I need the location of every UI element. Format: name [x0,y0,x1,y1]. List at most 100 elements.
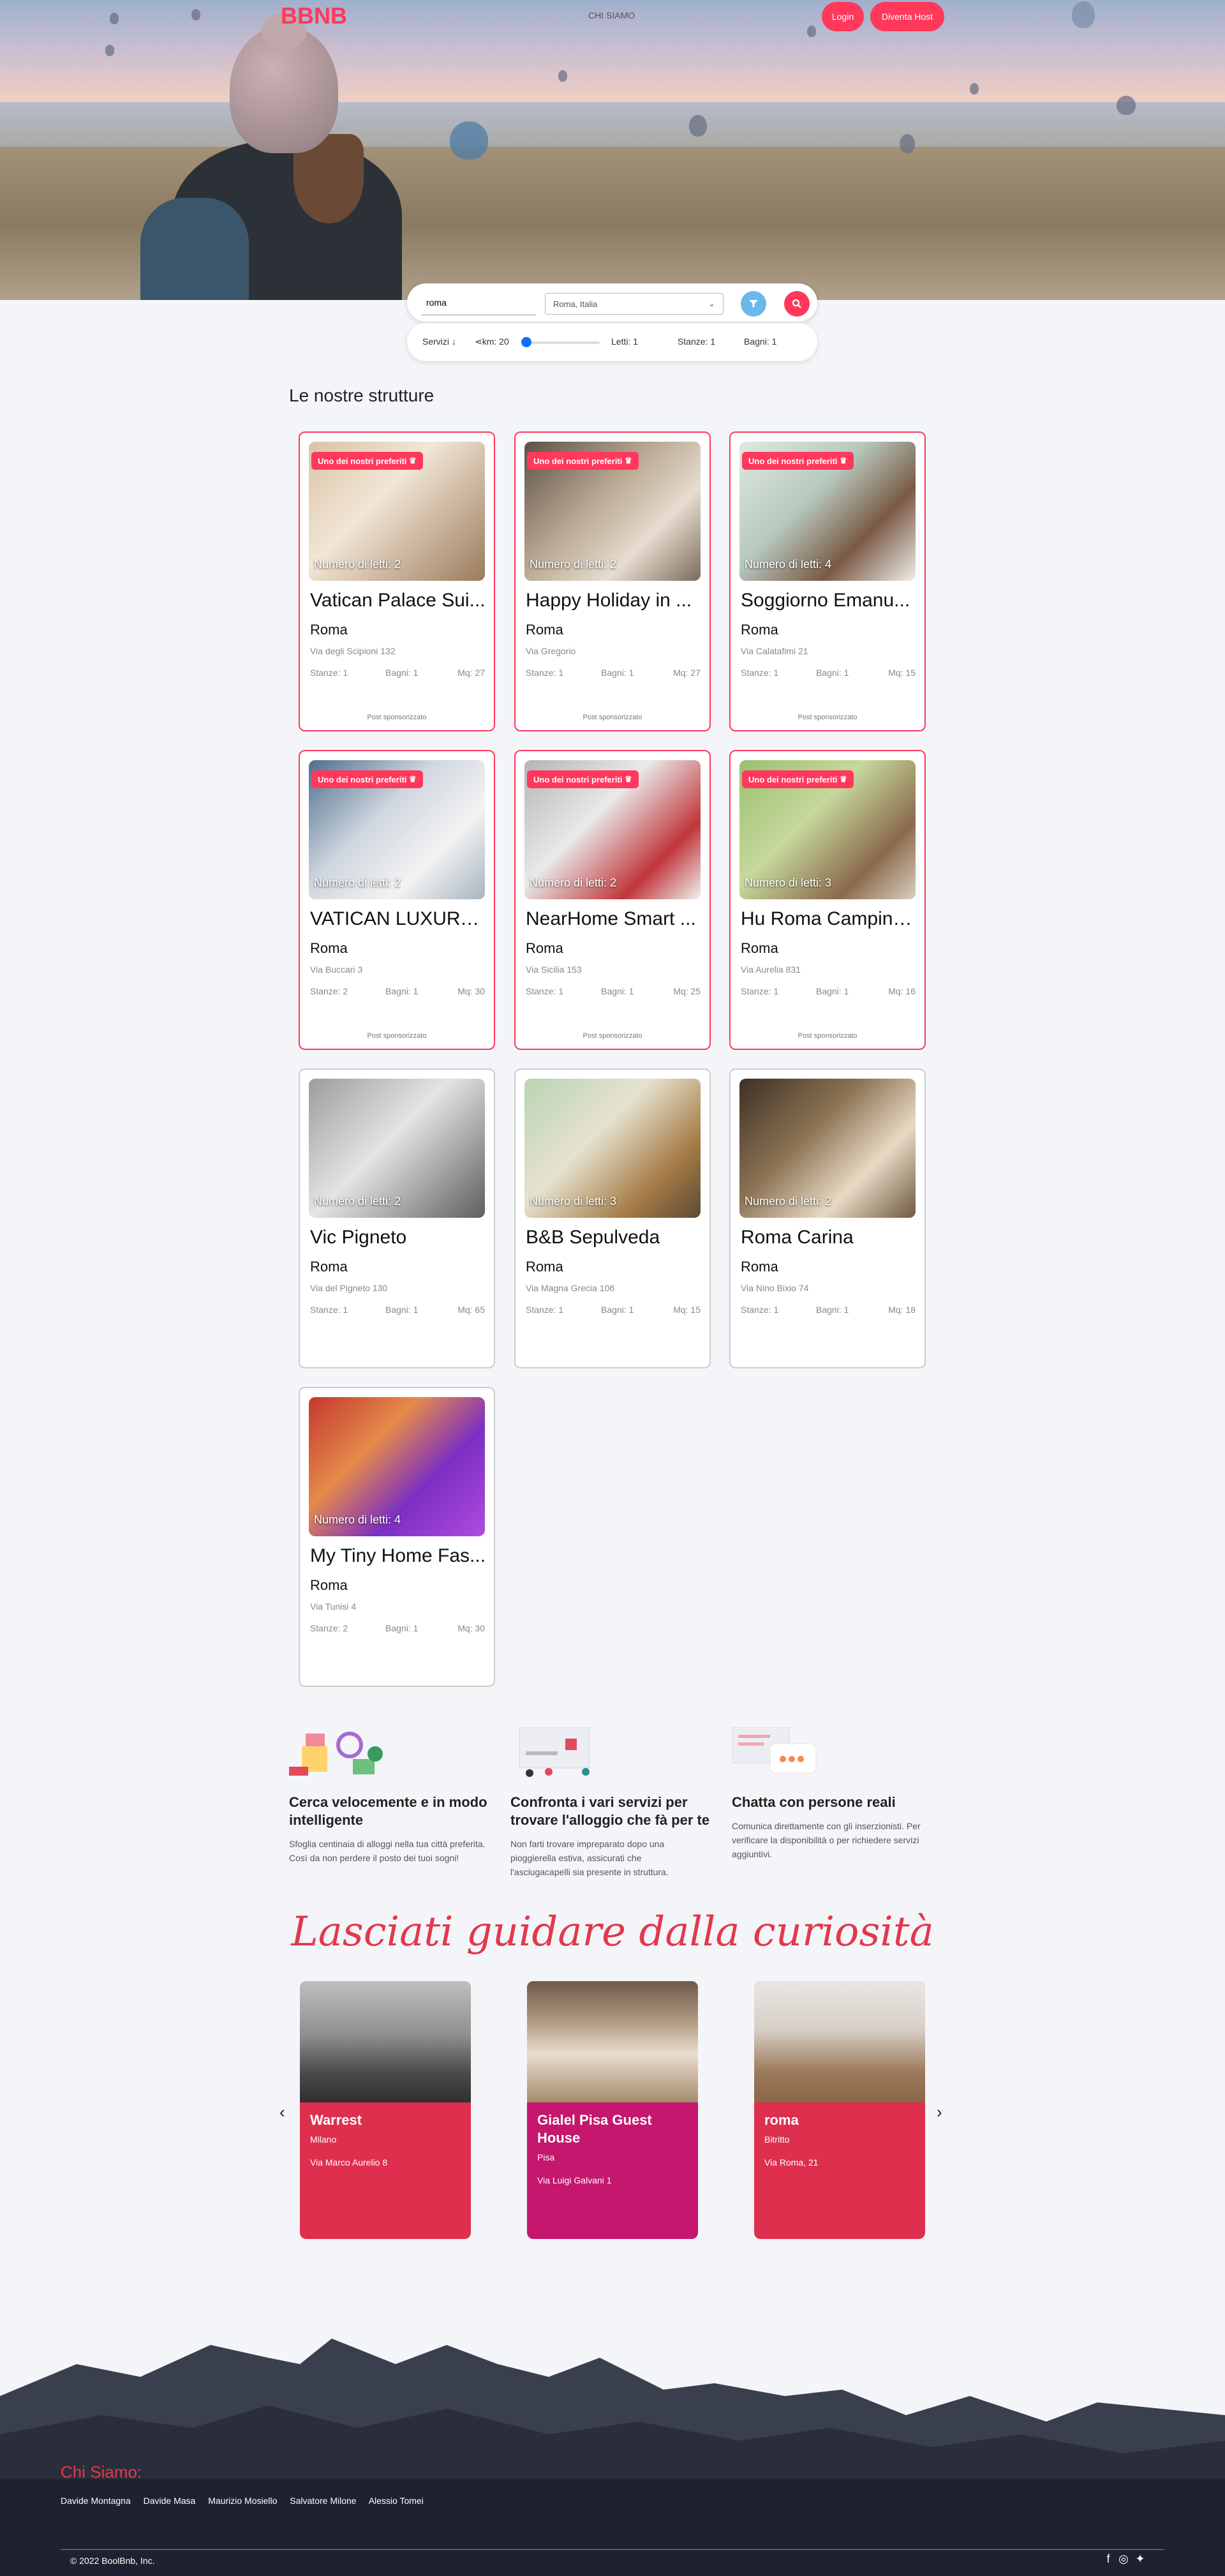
instagram-icon[interactable]: ◎ [1117,2552,1131,2566]
km-slider-handle[interactable] [521,337,531,347]
badge-label: Uno dei nostri preferiti [748,456,838,466]
rooms-count: Stanze: 1 [741,986,779,996]
search-button[interactable] [784,291,810,317]
property-name[interactable]: Vatican Palace Sui... [310,590,489,611]
property-city: Roma [310,1577,348,1593]
property-card[interactable]: Uno dei nostri preferiti ♛ Numero di lett… [729,750,926,1050]
beds-count: Numero di letti: 2 [530,876,617,889]
curiosity-name: roma [764,2112,799,2128]
nav-link-chi-siamo[interactable]: CHI SIAMO [588,10,635,20]
property-name[interactable]: VATICAN LUXURY ... [310,908,489,930]
property-city: Roma [310,940,348,956]
property-address: Via Nino Bixio 74 [741,1283,809,1293]
property-name[interactable]: Hu Roma Camping... [741,908,919,930]
twitter-icon[interactable]: ✦ [1133,2552,1147,2566]
favorite-badge: Uno dei nostri preferiti ♛ [527,770,639,788]
balloon-image [450,121,488,160]
team-member[interactable]: Davide Masa [144,2496,196,2506]
beds-filter[interactable]: Letti: 1 [611,336,638,347]
carousel-next-button[interactable]: › [937,2102,942,2122]
badge-label: Uno dei nostri preferiti [533,774,623,784]
become-host-button[interactable]: Diventa Host [870,2,944,31]
balloon-image [970,83,979,94]
curiosity-address: Via Luigi Galvani 1 [537,2175,612,2185]
search-input[interactable] [421,290,536,315]
curiosity-image [527,1981,698,2102]
sponsored-label: Post sponsorizzato [367,1032,427,1040]
search-icon [792,299,801,308]
baths-filter[interactable]: Bagni: 1 [744,336,776,347]
carousel-prev-button[interactable]: ‹ [279,2102,285,2122]
team-member[interactable]: Davide Montagna [61,2496,131,2506]
filters-bar: Servizi ↓ ⋖km: 20 Letti: 1 Stanze: 1 Bag… [407,323,817,361]
property-card[interactable]: Uno dei nostri preferiti ♛ Numero di lett… [299,431,495,731]
property-card[interactable]: Numero di letti: 4 My Tiny Home Fas... Rom… [299,1387,495,1687]
copyright: © 2022 BoolBnb, Inc. [70,2556,155,2566]
property-name[interactable]: My Tiny Home Fas... [310,1545,489,1567]
services-label: Servizi [422,336,450,347]
curiosity-card[interactable]: roma Bitritto Via Roma, 21 [754,1981,925,2239]
baths-count: Bagni: 1 [601,668,634,678]
property-name[interactable]: Roma Carina [741,1227,919,1248]
beds-count: Numero di letti: 4 [745,558,832,571]
property-address: Via Gregorio [526,646,576,656]
curiosity-card[interactable]: Warrest Milano Via Marco Aurelio 8 [300,1981,471,2239]
favorite-badge: Uno dei nostri preferiti ♛ [527,452,639,470]
mq-size: Mq: 15 [888,668,916,678]
beds-count: Numero di letti: 2 [314,558,401,571]
sponsored-label: Post sponsorizzato [798,714,858,721]
curiosity-card[interactable]: Gialel Pisa Guest House Pisa Via Luigi G… [527,1981,698,2239]
footer [0,2268,1225,2576]
services-dropdown[interactable]: Servizi ↓ [422,336,456,347]
team-member[interactable]: Salvatore Milone [290,2496,356,2506]
property-name[interactable]: NearHome Smart ... [526,908,704,930]
sponsored-label: Post sponsorizzato [583,1032,642,1040]
crown-icon: ♛ [840,774,847,784]
favorite-badge: Uno dei nostri preferiti ♛ [311,452,423,470]
property-name[interactable]: Happy Holiday in ... [526,590,704,611]
property-card[interactable]: Uno dei nostri preferiti ♛ Numero di lett… [514,431,711,731]
rooms-count: Stanze: 1 [310,1305,348,1315]
balloon-image [900,134,915,153]
team-member[interactable]: Alessio Tomei [369,2496,424,2506]
property-name[interactable]: B&B Sepulveda [526,1227,704,1248]
property-card[interactable]: Uno dei nostri preferiti ♛ Numero di lett… [299,750,495,1050]
crown-icon: ♛ [840,456,847,465]
property-address: Via degli Scipioni 132 [310,646,396,656]
km-slider[interactable] [523,341,600,344]
brand-logo[interactable]: BBNB [281,3,347,29]
property-address: Via Tunisi 4 [310,1601,357,1612]
location-select[interactable]: Roma, Italia ⌄ [545,293,724,315]
mq-size: Mq: 30 [457,986,485,996]
property-address: Via Magna Grecia 106 [526,1283,615,1293]
property-card[interactable]: Uno dei nostri preferiti ♛ Numero di lett… [514,750,711,1050]
filter-button[interactable] [741,291,766,317]
property-name[interactable]: Vic Pigneto [310,1227,489,1248]
rooms-count: Stanze: 1 [310,668,348,678]
property-address: Via Buccari 3 [310,964,363,975]
facebook-icon[interactable]: f [1101,2552,1115,2566]
mq-size: Mq: 25 [673,986,701,996]
hero-banner [0,0,1225,300]
footer-divider [61,2549,1164,2550]
property-card[interactable]: Numero di letti: 2 Roma Carina Roma Via Nin… [729,1068,926,1368]
rooms-count: Stanze: 1 [741,1305,779,1315]
login-button[interactable]: Login [822,2,864,31]
rooms-filter[interactable]: Stanze: 1 [678,336,715,347]
property-address: Via Calatafimi 21 [741,646,808,656]
chat-illustration-icon [732,1727,817,1774]
property-card[interactable]: Numero di letti: 3 B&B Sepulveda Roma Via M… [514,1068,711,1368]
favorite-badge: Uno dei nostri preferiti ♛ [742,452,854,470]
curiosity-name: Warrest [310,2112,362,2128]
footer-team-list: Davide Montagna Davide Masa Maurizio Mos… [61,2496,434,2506]
share-icon: ⋖ [475,336,482,347]
baths-count: Bagni: 1 [816,1305,849,1315]
property-card[interactable]: Uno dei nostri preferiti ♛ Numero di lett… [729,431,926,731]
sponsored-label: Post sponsorizzato [367,714,427,721]
team-member[interactable]: Maurizio Mosiello [208,2496,277,2506]
search-bar: Roma, Italia ⌄ [407,283,817,322]
km-label: ⋖km: 20 [475,336,509,347]
property-name[interactable]: Soggiorno Emanu... [741,590,919,611]
property-card[interactable]: Numero di letti: 2 Vic Pigneto Roma Via del… [299,1068,495,1368]
rooms-count: Stanze: 1 [741,668,779,678]
